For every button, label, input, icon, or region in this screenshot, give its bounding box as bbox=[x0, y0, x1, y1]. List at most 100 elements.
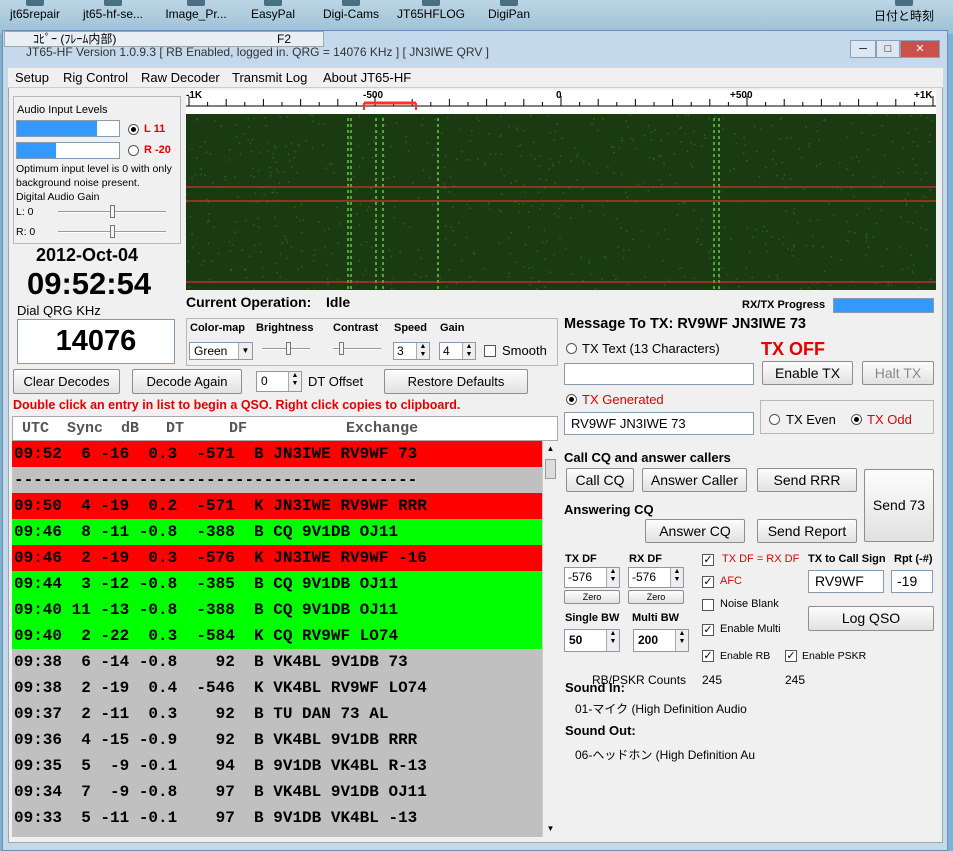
rx-df-stepper[interactable]: -576 ▲ ▼ bbox=[628, 567, 684, 588]
spin-arrows-icon[interactable]: ▲ ▼ bbox=[606, 630, 619, 651]
close-button[interactable]: ✕ bbox=[900, 40, 940, 58]
slider-thumb[interactable] bbox=[286, 342, 291, 355]
log-qso-button[interactable]: Log QSO bbox=[808, 606, 934, 631]
desktop-icon-clock[interactable]: 日付と時刻 bbox=[862, 0, 946, 34]
menu-rig-control[interactable]: Rig Control bbox=[63, 70, 128, 85]
decode-row[interactable]: 09:38 2 -19 0.4 -546 K VK4BL RV9WF LO74 bbox=[12, 675, 542, 701]
answer-caller-button[interactable]: Answer Caller bbox=[642, 468, 747, 492]
brightness-slider[interactable] bbox=[262, 342, 310, 355]
scroll-up-icon[interactable]: ▲ bbox=[543, 441, 558, 457]
decode-row[interactable]: ----------------------------------------… bbox=[12, 467, 542, 493]
decode-row[interactable]: 09:37 2 -11 0.3 92 B TU DAN 73 AL bbox=[12, 701, 542, 727]
list-scrollbar[interactable]: ▲ ▼ bbox=[542, 441, 558, 837]
decode-row[interactable]: 09:35 5 -9 -0.1 94 B 9V1DB VK4BL R-13 bbox=[12, 753, 542, 779]
spin-arrows-icon[interactable]: ▲ ▼ bbox=[606, 568, 619, 587]
gain-right-slider[interactable] bbox=[58, 225, 166, 238]
waterfall-display[interactable] bbox=[186, 114, 936, 292]
decode-list[interactable]: 09:52 6 -16 0.3 -571 B JN3IWE RV9WF 73 --… bbox=[12, 441, 542, 837]
enable-rb-checkbox[interactable]: ✓ bbox=[702, 650, 714, 662]
multi-bw-stepper[interactable]: 200 ▲ ▼ bbox=[633, 629, 689, 652]
call-cq-button[interactable]: Call CQ bbox=[566, 468, 634, 492]
operation-value: Idle bbox=[326, 294, 351, 310]
decode-row[interactable]: 09:44 3 -12 -0.8 -385 B CQ 9V1DB OJ11 bbox=[12, 571, 542, 597]
enable-pskr-checkbox[interactable]: ✓ bbox=[785, 650, 797, 662]
desktop-icon-jt65-hf-setup[interactable]: jt65-hf-se... bbox=[70, 0, 156, 34]
menu-setup[interactable]: Setup bbox=[15, 70, 49, 85]
noise-speck bbox=[715, 192, 718, 195]
send-report-button[interactable]: Send Report bbox=[757, 519, 857, 543]
tx-text-input[interactable] bbox=[564, 363, 754, 385]
tx-df-stepper[interactable]: -576 ▲ ▼ bbox=[564, 567, 620, 588]
chevron-down-icon[interactable]: ▼ bbox=[238, 343, 252, 359]
desktop-icon-digi-cams[interactable]: Digi-Cams bbox=[316, 0, 386, 34]
maximize-button[interactable]: □ bbox=[876, 40, 900, 58]
spin-arrows-icon[interactable]: ▲ ▼ bbox=[462, 343, 475, 359]
menu-about[interactable]: About JT65-HF bbox=[323, 70, 411, 85]
channel-right-radio[interactable] bbox=[128, 145, 139, 156]
desktop-icon-image-pr[interactable]: Image_Pr... bbox=[156, 0, 236, 34]
answer-cq-button[interactable]: Answer CQ bbox=[645, 519, 745, 543]
noise-blank-checkbox[interactable] bbox=[702, 599, 714, 611]
spin-arrows-icon[interactable]: ▲ ▼ bbox=[416, 343, 429, 359]
desktop-icon-easypal[interactable]: EasyPal bbox=[240, 0, 306, 34]
restore-defaults-button[interactable]: Restore Defaults bbox=[384, 369, 528, 394]
afc-checkbox[interactable]: ✓ bbox=[702, 576, 714, 588]
slider-thumb[interactable] bbox=[110, 205, 115, 218]
spin-arrows-icon[interactable]: ▲ ▼ bbox=[288, 372, 301, 391]
decode-row[interactable]: 09:36 4 -15 -0.9 92 B VK4BL 9V1DB RRR bbox=[12, 727, 542, 753]
send-rrr-button[interactable]: Send RRR bbox=[757, 468, 857, 492]
decode-again-button[interactable]: Decode Again bbox=[132, 369, 242, 394]
desktop-icon-digipan[interactable]: DigiPan bbox=[478, 0, 540, 34]
scroll-down-icon[interactable]: ▼ bbox=[543, 821, 558, 837]
slider-thumb[interactable] bbox=[110, 225, 115, 238]
decode-row[interactable]: 09:50 4 -19 0.2 -571 K JN3IWE RV9WF RRR bbox=[12, 493, 542, 519]
tx-even-radio[interactable] bbox=[769, 414, 780, 425]
decode-row[interactable]: 09:40 2 -22 0.3 -584 K CQ RV9WF LO74 bbox=[12, 623, 542, 649]
decode-row[interactable]: 09:34 7 -9 -0.8 97 B VK4BL 9V1DB OJ11 bbox=[12, 779, 542, 805]
tx-generated-field[interactable]: RV9WF JN3IWE 73 bbox=[564, 412, 754, 435]
clear-decodes-button[interactable]: Clear Decodes bbox=[13, 369, 120, 394]
desktop-icon-jt65repair[interactable]: jt65repair bbox=[0, 0, 70, 34]
rx-df-zero-button[interactable]: Zero bbox=[628, 590, 684, 604]
minimize-button[interactable]: ─ bbox=[850, 40, 876, 58]
menu-raw-decoder[interactable]: Raw Decoder bbox=[141, 70, 220, 85]
tx-generated-radio[interactable] bbox=[566, 394, 577, 405]
smooth-checkbox[interactable] bbox=[484, 345, 496, 357]
channel-left-radio[interactable] bbox=[128, 124, 139, 135]
decode-row[interactable]: 09:38 6 -14 -0.8 92 B VK4BL 9V1DB 73 bbox=[12, 649, 542, 675]
tx-text-radio[interactable] bbox=[566, 343, 577, 354]
enable-tx-button[interactable]: Enable TX bbox=[762, 361, 853, 385]
spin-arrows-icon[interactable]: ▲ ▼ bbox=[670, 568, 683, 587]
noise-speck bbox=[263, 193, 265, 196]
tx-df-zero-button[interactable]: Zero bbox=[564, 590, 620, 604]
gain-left-slider[interactable] bbox=[58, 205, 166, 218]
menu-transmit-log[interactable]: Transmit Log bbox=[232, 70, 307, 85]
spin-arrows-icon[interactable]: ▲ ▼ bbox=[675, 630, 688, 651]
slider-thumb[interactable] bbox=[339, 342, 344, 355]
halt-tx-button[interactable]: Halt TX bbox=[862, 361, 934, 385]
decode-row[interactable]: 09:40 11 -13 -0.8 -388 B CQ 9V1DB OJ11 bbox=[12, 597, 542, 623]
gain-stepper[interactable]: 4 ▲ ▼ bbox=[439, 342, 476, 360]
decode-row[interactable]: 09:46 8 -11 -0.8 -388 B CQ 9V1DB OJ11 bbox=[12, 519, 542, 545]
qrg-field[interactable]: 14076 bbox=[17, 319, 175, 364]
enable-multi-checkbox[interactable]: ✓ bbox=[702, 624, 714, 636]
callsign-input[interactable]: RV9WF bbox=[808, 570, 884, 593]
dt-offset-stepper[interactable]: 0 ▲ ▼ bbox=[256, 371, 302, 392]
send-73-button[interactable]: Send 73 bbox=[864, 469, 934, 542]
speed-stepper[interactable]: 3 ▲ ▼ bbox=[393, 342, 430, 360]
multi-bw-value: 200 bbox=[638, 633, 659, 647]
decode-row[interactable]: 09:46 2 -19 0.3 -576 K JN3IWE RV9WF -16 bbox=[12, 545, 542, 571]
txdf-rxdf-checkbox[interactable]: ✓ bbox=[702, 554, 714, 566]
colormap-select[interactable]: Green ▼ bbox=[189, 342, 253, 360]
single-bw-stepper[interactable]: 50 ▲ ▼ bbox=[564, 629, 620, 652]
noise-speck bbox=[581, 206, 583, 209]
tx-odd-radio[interactable] bbox=[851, 414, 862, 425]
desktop-icon-jt65hflog[interactable]: JT65HFLOG bbox=[392, 0, 470, 34]
waterfall-canvas[interactable] bbox=[186, 114, 936, 292]
decode-row[interactable]: 09:52 6 -16 0.3 -571 B JN3IWE RV9WF 73 bbox=[12, 441, 542, 467]
decode-row[interactable]: 09:33 5 -11 -0.1 97 B 9V1DB VK4BL -13 bbox=[12, 805, 542, 831]
report-input[interactable]: -19 bbox=[891, 570, 933, 593]
noise-speck bbox=[327, 278, 329, 280]
contrast-slider[interactable] bbox=[333, 342, 381, 355]
scroll-thumb[interactable] bbox=[545, 459, 556, 479]
